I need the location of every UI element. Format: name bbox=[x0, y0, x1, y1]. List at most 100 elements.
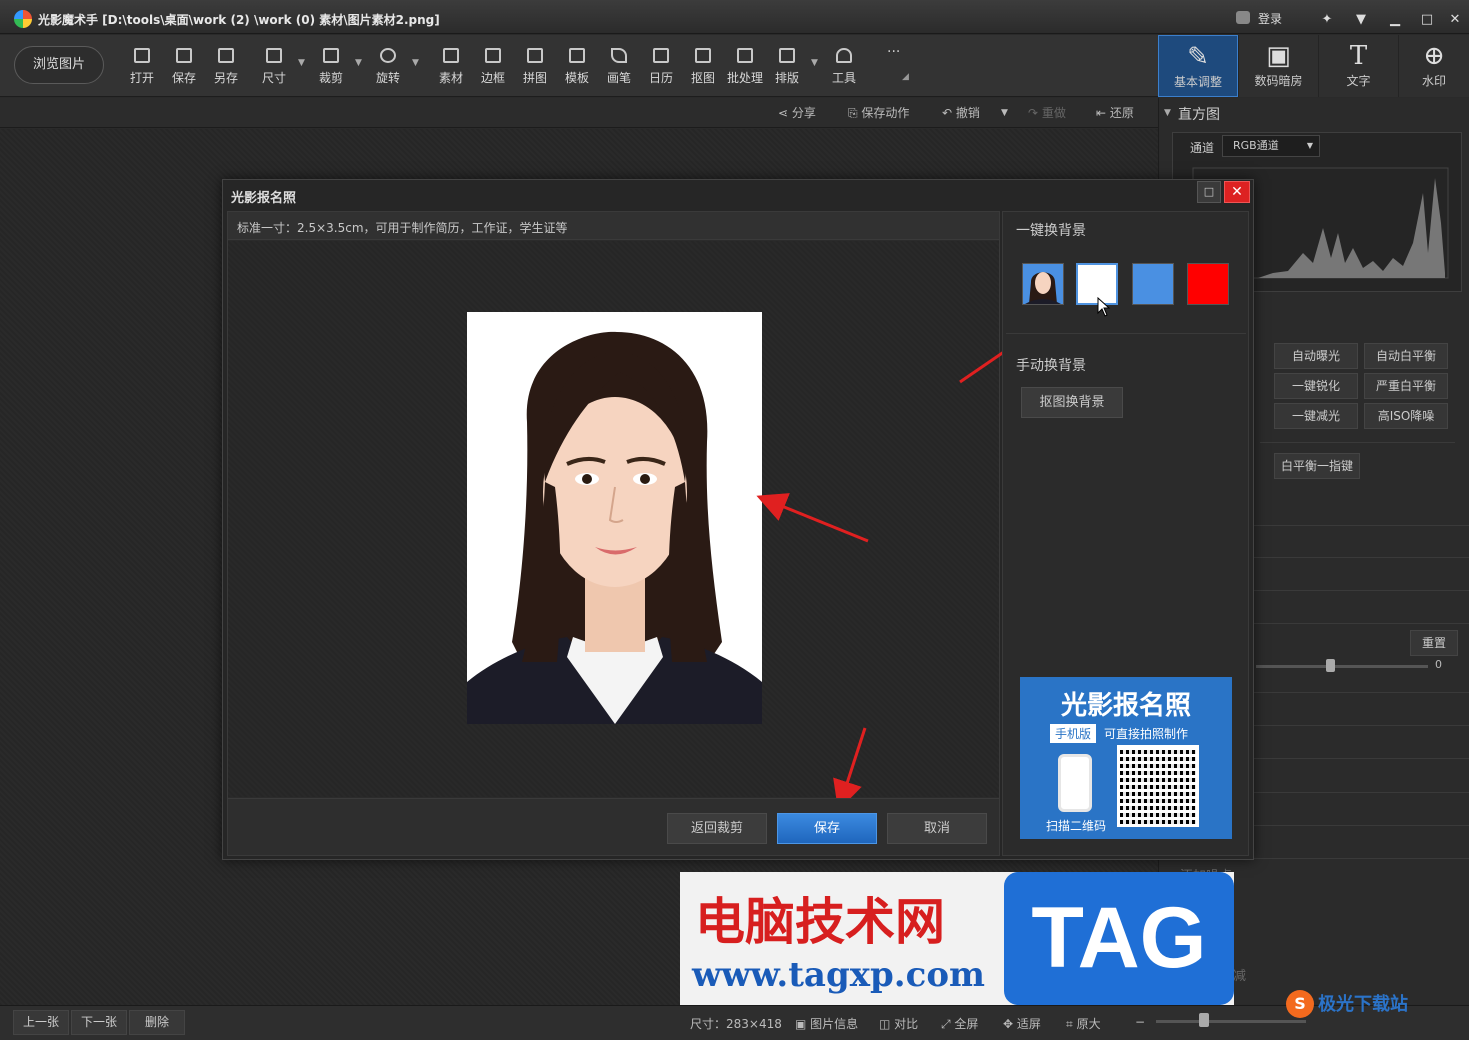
portrait-image bbox=[467, 312, 762, 724]
dialog-save-button[interactable]: 保存 bbox=[777, 813, 877, 844]
minimize-button[interactable]: ▁ bbox=[1380, 9, 1410, 31]
adjust-slider-track[interactable] bbox=[1256, 665, 1428, 668]
reset-button[interactable]: 重置 bbox=[1410, 630, 1458, 656]
crop-icon bbox=[323, 48, 339, 63]
save-button[interactable]: 保存 bbox=[164, 48, 204, 92]
next-image-button[interactable]: 下一张 bbox=[71, 1010, 127, 1035]
original-background-swatch[interactable] bbox=[1022, 263, 1064, 305]
fit-screen-button[interactable]: ✥ 适屏 bbox=[1003, 1015, 1041, 1032]
red-background-swatch[interactable] bbox=[1187, 263, 1229, 305]
one-key-bg-title: 一键换背景 bbox=[1016, 223, 1086, 239]
qr-code-pattern bbox=[1117, 745, 1199, 827]
size-info: 标准一寸：2.5×3.5cm，可用于制作简历，工作证，学生证等 bbox=[228, 212, 999, 240]
zoom-out-icon[interactable]: − bbox=[1135, 1015, 1145, 1029]
cutout-background-button[interactable]: 抠图换背景 bbox=[1021, 387, 1123, 418]
template-button[interactable]: 模板 bbox=[557, 48, 597, 92]
one-click-dim-button[interactable]: 一键减光 bbox=[1274, 403, 1358, 429]
chevron-down-icon: ▼ bbox=[1306, 141, 1313, 150]
material-button[interactable]: 素材 bbox=[431, 48, 471, 92]
one-click-sharpen-button[interactable]: 一键锐化 bbox=[1274, 373, 1358, 399]
batch-button[interactable]: 批处理 bbox=[722, 48, 768, 92]
image-size-label: 尺寸：283×418 bbox=[690, 1017, 782, 1031]
back-to-crop-button[interactable]: 返回裁剪 bbox=[667, 813, 767, 844]
crop-button[interactable]: 裁剪 bbox=[311, 48, 351, 92]
border-button[interactable]: 边框 bbox=[473, 48, 513, 92]
save-action-icon: ⎘ bbox=[848, 106, 862, 120]
fullscreen-button[interactable]: ⤢ 全屏 bbox=[941, 1015, 978, 1032]
original-size-button[interactable]: ⌗ 原大 bbox=[1066, 1015, 1101, 1032]
dialog-maximize-button[interactable]: □ bbox=[1197, 181, 1221, 203]
border-icon bbox=[485, 48, 501, 63]
size-dropdown-icon[interactable]: ▼ bbox=[298, 58, 305, 68]
batch-icon bbox=[737, 48, 753, 63]
original-size-icon: ⌗ bbox=[1066, 1017, 1077, 1031]
channel-select[interactable]: RGB通道 ▼ bbox=[1222, 135, 1320, 157]
tab-text[interactable]: T 文字 bbox=[1318, 35, 1398, 97]
portrait-thumb bbox=[1023, 264, 1063, 304]
open-button[interactable]: 打开 bbox=[122, 48, 162, 92]
login-link[interactable]: 登录 bbox=[1258, 10, 1282, 27]
save-action-button[interactable]: ⎘ 保存动作 bbox=[848, 104, 909, 121]
image-info-button[interactable]: ▣ 图片信息 bbox=[795, 1015, 858, 1032]
ad-scan-text: 扫描二维码 bbox=[1046, 819, 1107, 833]
auto-white-balance-button[interactable]: 自动白平衡 bbox=[1364, 343, 1448, 369]
info-icon: ▣ bbox=[795, 1017, 811, 1031]
severe-white-balance-button[interactable]: 严重白平衡 bbox=[1364, 373, 1448, 399]
dialog-cancel-button[interactable]: 取消 bbox=[887, 813, 987, 844]
calendar-button[interactable]: 日历 bbox=[641, 48, 681, 92]
collage-button[interactable]: 拼图 bbox=[515, 48, 555, 92]
high-iso-denoise-button[interactable]: 高ISO降噪 bbox=[1364, 403, 1448, 429]
skin-icon[interactable]: ✦ bbox=[1312, 9, 1342, 31]
dialog-close-button[interactable]: ✕ bbox=[1224, 181, 1250, 203]
save-as-button[interactable]: 另存 bbox=[206, 48, 246, 92]
layout-icon bbox=[779, 48, 795, 63]
browse-images-button[interactable]: 浏览图片 bbox=[14, 46, 104, 84]
close-button[interactable]: ✕ bbox=[1440, 9, 1469, 31]
undo-button[interactable]: ↶ 撤销 bbox=[942, 104, 980, 121]
tab-digital-darkroom[interactable]: ▣ 数码暗房 bbox=[1238, 35, 1318, 97]
cutout-button[interactable]: 抠图 bbox=[683, 48, 723, 92]
tools-button[interactable]: 工具 bbox=[824, 48, 864, 92]
blue-background-swatch[interactable] bbox=[1132, 263, 1174, 305]
zoom-slider-track[interactable] bbox=[1156, 1020, 1306, 1023]
rotate-dropdown-icon[interactable]: ▼ bbox=[412, 58, 419, 68]
collapse-icon[interactable]: ▼ bbox=[1164, 108, 1171, 118]
compare-icon: ◫ bbox=[879, 1017, 895, 1031]
text-icon: T bbox=[1349, 41, 1368, 71]
layout-button[interactable]: 排版 bbox=[767, 48, 807, 92]
open-icon bbox=[134, 48, 150, 63]
zoom-slider-knob[interactable] bbox=[1199, 1013, 1209, 1027]
watermark-url: www.tagxp.com bbox=[692, 955, 985, 995]
menu-icon[interactable]: ▼ bbox=[1346, 9, 1376, 31]
undo-dropdown-icon[interactable]: ▼ bbox=[1001, 108, 1008, 118]
camera-icon: ▣ bbox=[1266, 41, 1291, 71]
more-dropdown-icon[interactable]: ◢ bbox=[902, 72, 909, 82]
id-photo-preview bbox=[467, 312, 762, 724]
auto-exposure-button[interactable]: 自动曝光 bbox=[1274, 343, 1358, 369]
brush-button[interactable]: 画笔 bbox=[599, 48, 639, 92]
tab-basic-adjust[interactable]: ✎ 基本调整 bbox=[1158, 35, 1238, 97]
tab-watermark[interactable]: ⊕ 水印 bbox=[1398, 35, 1469, 97]
crop-dropdown-icon[interactable]: ▼ bbox=[355, 58, 362, 68]
watermark-site-name: 电脑技术网 bbox=[695, 892, 945, 951]
white-balance-picker-button[interactable]: 白平衡一指键 bbox=[1274, 453, 1360, 479]
more-tools-button[interactable]: ··· bbox=[887, 44, 900, 60]
previous-image-button[interactable]: 上一张 bbox=[13, 1010, 69, 1035]
rotate-button[interactable]: 旋转 bbox=[368, 48, 408, 92]
ad-subtitle: 可直接拍照制作 bbox=[1104, 727, 1189, 741]
layout-dropdown-icon[interactable]: ▼ bbox=[811, 58, 818, 68]
cutout-icon bbox=[695, 48, 711, 63]
app-logo-icon bbox=[14, 10, 32, 28]
watermark-icon: ⊕ bbox=[1423, 41, 1445, 71]
corner-logo-text: 极光下载站 bbox=[1318, 994, 1408, 1015]
compare-button[interactable]: ◫ 对比 bbox=[879, 1015, 918, 1032]
share-button[interactable]: ⋖ 分享 bbox=[778, 104, 816, 121]
adjust-slider-knob[interactable] bbox=[1326, 659, 1335, 672]
redo-button[interactable]: ↷ 重做 bbox=[1028, 104, 1066, 121]
maximize-button[interactable]: □ bbox=[1412, 9, 1442, 31]
slider-value: 0 bbox=[1435, 658, 1442, 671]
user-icon[interactable] bbox=[1236, 11, 1250, 24]
size-button[interactable]: 尺寸 bbox=[254, 48, 294, 92]
delete-image-button[interactable]: 删除 bbox=[129, 1010, 185, 1035]
restore-button[interactable]: ⇤ 还原 bbox=[1096, 104, 1134, 121]
